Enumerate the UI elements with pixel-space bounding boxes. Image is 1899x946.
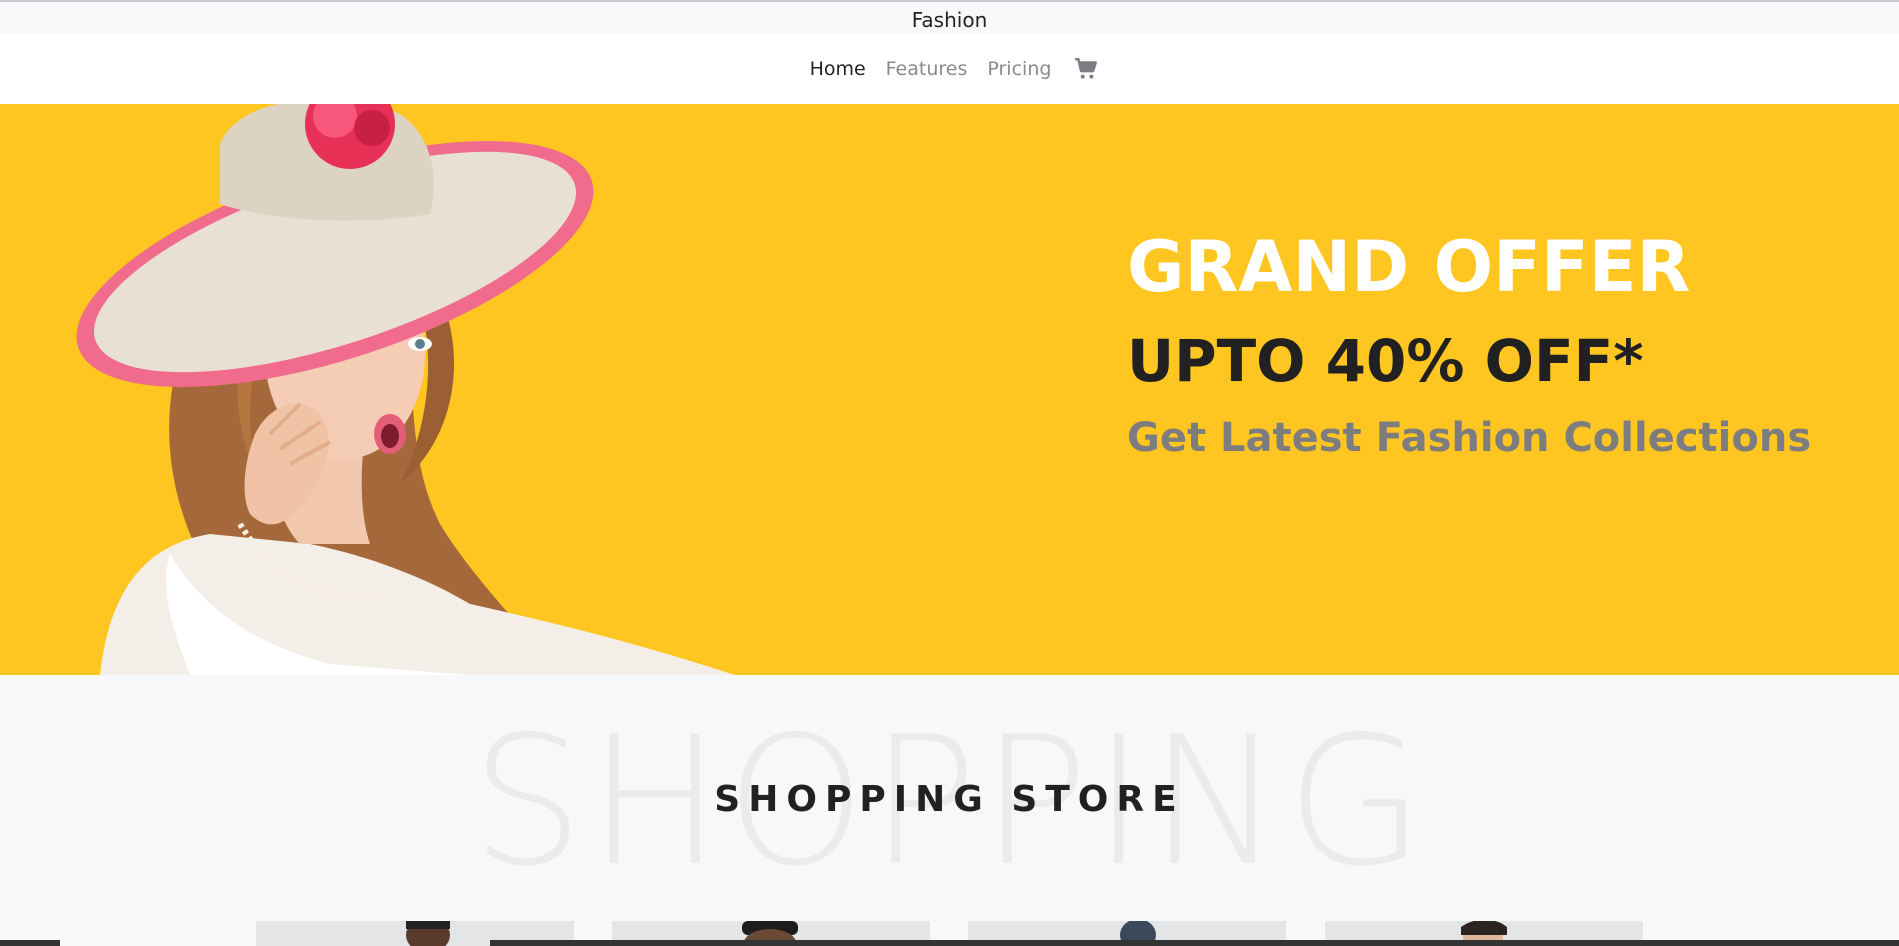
hero-discount: UPTO 40% OFF* [1127, 327, 1644, 395]
nav-pricing-link[interactable]: Pricing [987, 58, 1051, 80]
nav-features-link[interactable]: Features [886, 58, 968, 80]
nav-home-link[interactable]: Home [810, 58, 866, 80]
hero-text-block: GRAND OFFER UPTO 40% OFF* Get Latest Fas… [1127, 232, 1887, 458]
bottom-edge-right [490, 940, 1899, 946]
store-title: SHOPPING STORE [714, 779, 1185, 820]
shopping-store-section: SHOPPING SHOPPING STORE [0, 675, 1899, 946]
top-brand-bar: Fashion [0, 0, 1899, 34]
brand-title[interactable]: Fashion [912, 2, 988, 38]
hero-banner: GRAND OFFER UPTO 40% OFF* Get Latest Fas… [0, 104, 1899, 675]
hero-tagline: Get Latest Fashion Collections [1127, 415, 1812, 461]
main-navbar: Home Features Pricing [0, 34, 1899, 104]
bottom-edge-left [0, 940, 60, 946]
hero-model-image [76, 104, 735, 675]
shopping-cart-icon[interactable] [1073, 56, 1099, 82]
hero-title: GRAND OFFER [1127, 226, 1691, 308]
